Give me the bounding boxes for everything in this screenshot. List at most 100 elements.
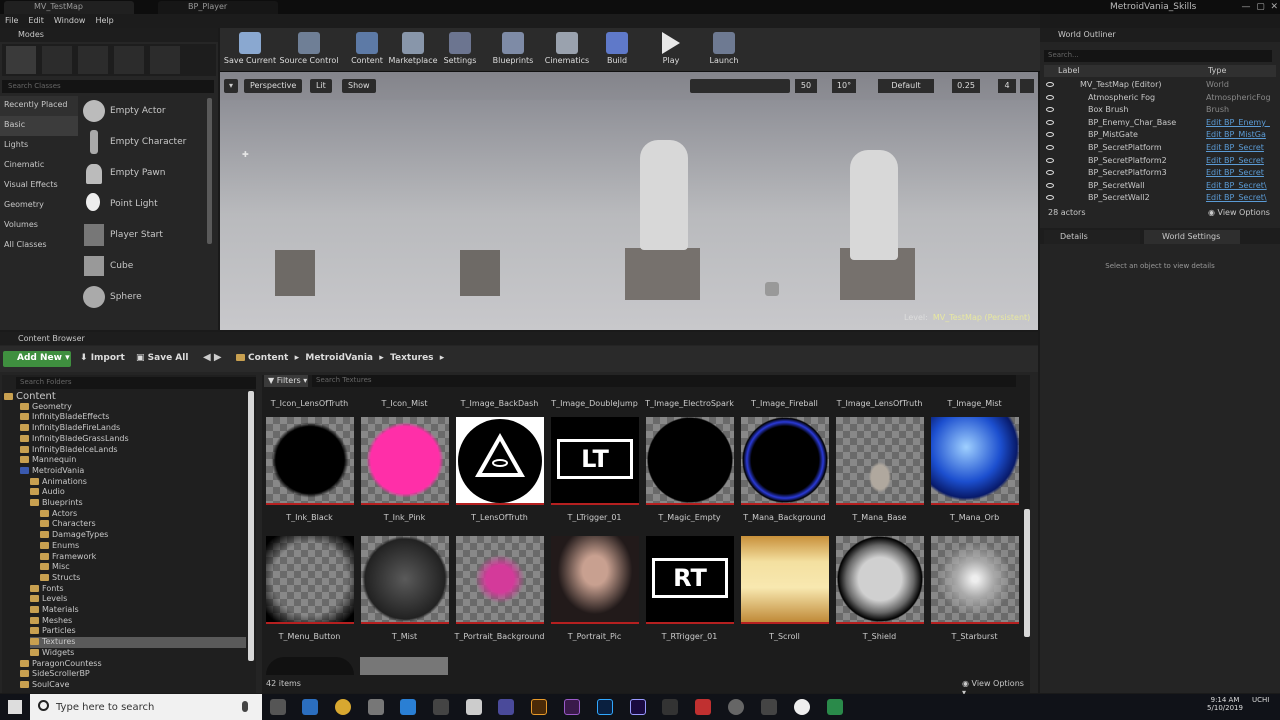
menu-help[interactable]: Help — [90, 14, 118, 27]
menu-edit[interactable]: Edit — [23, 14, 49, 27]
folder-tree-item[interactable]: InfinityBladeEffects — [20, 412, 109, 423]
folder-tree-item[interactable]: Enums — [40, 541, 79, 552]
outliner-row-type[interactable]: Edit BP_Secret\ — [1206, 181, 1276, 190]
outliner-row[interactable]: Atmospheric Fog AtmosphericFog — [1044, 92, 1276, 104]
project-icon[interactable] — [827, 699, 843, 715]
folder-tree-item[interactable]: Fonts — [30, 584, 64, 595]
partial-thumbnail[interactable] — [266, 657, 354, 675]
texture-thumbnail[interactable] — [456, 536, 544, 624]
windows-start-icon[interactable] — [8, 700, 22, 714]
landscape-mode-icon[interactable] — [78, 46, 108, 74]
visibility-eye-icon[interactable] — [1046, 119, 1054, 125]
app-icon[interactable] — [728, 699, 744, 715]
level-viewport[interactable]: ▾ Perspective Lit Show 50 10° Default 0.… — [220, 72, 1038, 330]
texture-thumbnail[interactable] — [361, 536, 449, 624]
app-icon[interactable] — [400, 699, 416, 715]
texture-thumbnail[interactable] — [266, 417, 354, 505]
texture-thumbnail[interactable] — [931, 536, 1019, 624]
outliner-row[interactable]: BP_SecretPlatform3 Edit BP_Secret — [1044, 167, 1276, 179]
texture-thumbnail[interactable] — [551, 536, 639, 624]
app-icon[interactable] — [466, 699, 482, 715]
app-icon[interactable] — [662, 699, 678, 715]
settings-button[interactable]: Settings — [434, 30, 486, 70]
maximize-viewport-icon[interactable] — [1020, 79, 1034, 93]
folder-tree-item[interactable]: Widgets — [30, 648, 74, 659]
launch-button[interactable]: Launch — [698, 30, 750, 70]
marketplace-button[interactable]: Marketplace — [386, 30, 440, 70]
visibility-eye-icon[interactable] — [1046, 157, 1054, 163]
grid-snap-value[interactable]: 50 — [795, 79, 817, 93]
outliner-row-type[interactable]: Edit BP_Secret — [1206, 168, 1276, 177]
add-new-button[interactable]: Add New ▾ — [3, 351, 71, 367]
folder-tree-item[interactable]: Actors — [40, 509, 77, 520]
texture-thumbnail[interactable] — [266, 536, 354, 624]
folder-tree-item[interactable]: ParagonCountess — [20, 659, 102, 670]
viewport-mode-select[interactable]: Default — [878, 79, 934, 93]
folder-tree-item[interactable]: Materials — [30, 605, 79, 616]
crumb-textures[interactable]: Textures — [390, 353, 433, 363]
folder-tree-item[interactable]: Meshes — [30, 616, 72, 627]
tab-details[interactable]: Details — [1044, 230, 1140, 244]
search-folders-input[interactable]: Search Folders — [16, 377, 256, 389]
place-mode-icon[interactable] — [6, 46, 36, 74]
import-button[interactable]: ⬇ Import — [80, 353, 125, 363]
geometry-mode-icon[interactable] — [150, 46, 180, 74]
folder-tree-item[interactable]: Mannequin — [20, 455, 76, 466]
category-cinematic[interactable]: Cinematic — [0, 156, 78, 176]
folder-tree-item[interactable]: InfinityBladeGrassLands — [20, 434, 129, 445]
photoshop-icon[interactable] — [597, 699, 613, 715]
search-textures-input[interactable]: Search Textures — [312, 375, 1016, 387]
texture-thumbnail[interactable] — [836, 536, 924, 624]
folder-tree-item[interactable]: Characters — [40, 519, 96, 530]
class-item[interactable]: Cube — [80, 251, 204, 282]
folder-tree-item[interactable]: Structs — [40, 573, 80, 584]
tab-map[interactable]: MV_TestMap — [4, 1, 134, 14]
texture-thumbnail[interactable]: LT — [551, 417, 639, 505]
save-current-button[interactable]: Save Current — [222, 30, 278, 70]
folder-tree-item[interactable]: Audio — [30, 487, 65, 498]
folder-tree-item[interactable]: Textures — [30, 637, 246, 649]
outliner-row[interactable]: MV_TestMap (Editor) World — [1044, 79, 1276, 91]
rotation-snap-value[interactable]: 10° — [832, 79, 856, 93]
window-controls[interactable]: — ▢ ✕ — [1218, 2, 1279, 12]
tab-world-settings[interactable]: World Settings — [1144, 230, 1240, 244]
unreal-engine-icon[interactable] — [794, 699, 810, 715]
search-classes-input[interactable]: Search Classes — [2, 80, 214, 93]
category-geometry[interactable]: Geometry — [0, 196, 78, 216]
folder-tree-item[interactable]: Content — [4, 391, 56, 402]
history-back-icon[interactable]: ◀ ▶ — [203, 352, 222, 363]
class-item[interactable]: Empty Character — [80, 127, 204, 158]
outliner-search-input[interactable]: Search... — [1044, 50, 1272, 62]
folder-tree-item[interactable]: InfinityBladeIceLands — [20, 445, 118, 456]
visibility-eye-icon[interactable] — [1046, 132, 1054, 138]
folder-tree-item[interactable]: DamageTypes — [40, 530, 108, 541]
folder-tree-item[interactable]: Framework — [40, 552, 96, 563]
folder-tree-item[interactable]: Geometry — [20, 402, 72, 413]
category-basic[interactable]: Basic — [0, 116, 78, 136]
source-control-button[interactable]: Source Control — [278, 30, 340, 70]
category-lights[interactable]: Lights — [0, 136, 78, 156]
visibility-eye-icon[interactable] — [1046, 94, 1054, 100]
texture-thumbnail[interactable] — [931, 417, 1019, 505]
texture-thumbnail[interactable] — [836, 417, 924, 505]
premiere-icon[interactable] — [564, 699, 580, 715]
transform-tools[interactable] — [690, 79, 790, 93]
after-effects-icon[interactable] — [630, 699, 646, 715]
build-button[interactable]: Build — [594, 30, 640, 70]
outliner-row[interactable]: BP_MistGate Edit BP_MistGa — [1044, 129, 1276, 141]
outliner-row-type[interactable]: Edit BP_Secret — [1206, 143, 1276, 152]
tab-bp-player[interactable]: BP_Player — [158, 1, 278, 14]
outliner-row[interactable]: BP_SecretPlatform2 Edit BP_Secret — [1044, 155, 1276, 167]
crumb-content[interactable]: Content — [248, 353, 288, 363]
outliner-row-type[interactable]: Edit BP_MistGa — [1206, 130, 1276, 139]
illustrator-icon[interactable] — [531, 699, 547, 715]
class-item[interactable]: Sphere — [80, 282, 204, 313]
paint-mode-icon[interactable] — [42, 46, 72, 74]
viewport-menu-icon[interactable]: ▾ — [224, 79, 238, 93]
folder-tree-item[interactable]: Animations — [30, 477, 87, 488]
visibility-eye-icon[interactable] — [1046, 107, 1054, 113]
texture-thumbnail[interactable] — [646, 417, 734, 505]
camera-speed-value[interactable]: 4 — [998, 79, 1016, 93]
settings-icon[interactable] — [368, 699, 384, 715]
class-item[interactable]: Empty Pawn — [80, 158, 204, 189]
